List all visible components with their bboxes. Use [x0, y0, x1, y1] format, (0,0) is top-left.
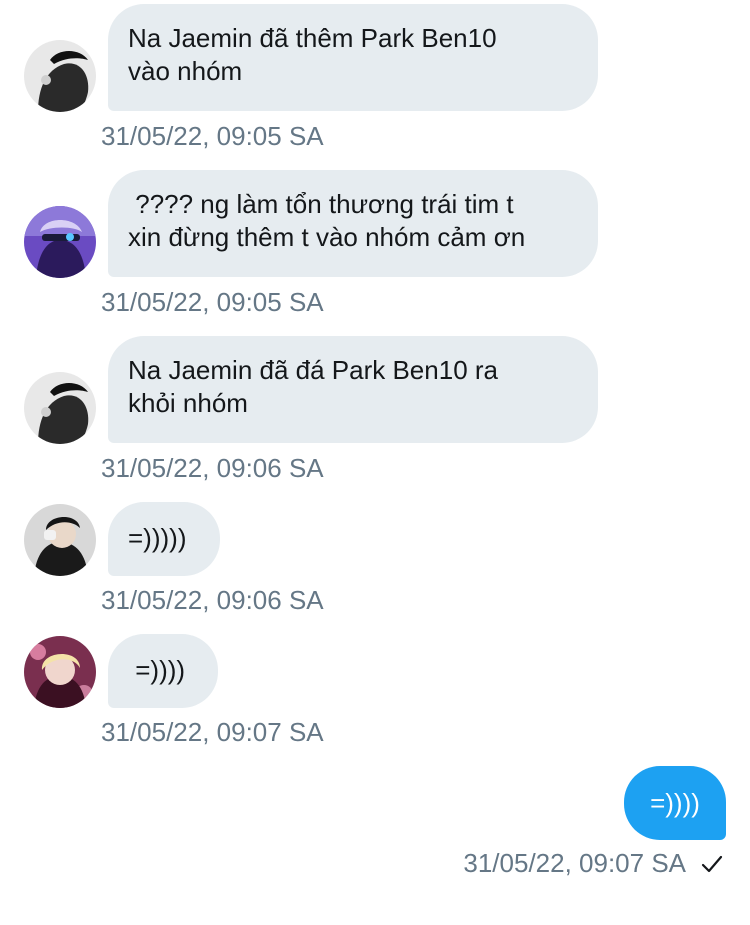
message-timestamp: 31/05/22, 09:07 SA [101, 717, 324, 747]
checkmark-icon [700, 852, 724, 876]
message-bubble[interactable]: =)))) [108, 634, 218, 708]
user-avatar-icon[interactable] [24, 372, 96, 444]
message-timestamp: 31/05/22, 09:06 SA [101, 585, 324, 615]
message-bubble[interactable]: Na Jaemin đã đá Park Ben10 ra khỏi nhóm [108, 336, 598, 443]
user-avatar-icon[interactable] [24, 206, 96, 278]
message-bubble[interactable]: =))))) [108, 502, 220, 576]
message-timestamp: 31/05/22, 09:05 SA [101, 121, 324, 151]
user-avatar-icon[interactable] [24, 504, 96, 576]
message-timestamp: 31/05/22, 09:06 SA [101, 453, 324, 483]
user-avatar-icon[interactable] [24, 40, 96, 112]
message-timestamp: 31/05/22, 09:07 SA [463, 848, 686, 878]
outgoing-message-meta: 31/05/22, 09:07 SA [463, 848, 724, 879]
outgoing-message-bubble[interactable]: =)))) [624, 766, 726, 840]
user-avatar-icon[interactable] [24, 636, 96, 708]
message-bubble[interactable]: Na Jaemin đã thêm Park Ben10 vào nhóm [108, 4, 598, 111]
message-timestamp: 31/05/22, 09:05 SA [101, 287, 324, 317]
message-bubble[interactable]: ???? ng làm tổn thương trái tim t xin đừ… [108, 170, 598, 277]
